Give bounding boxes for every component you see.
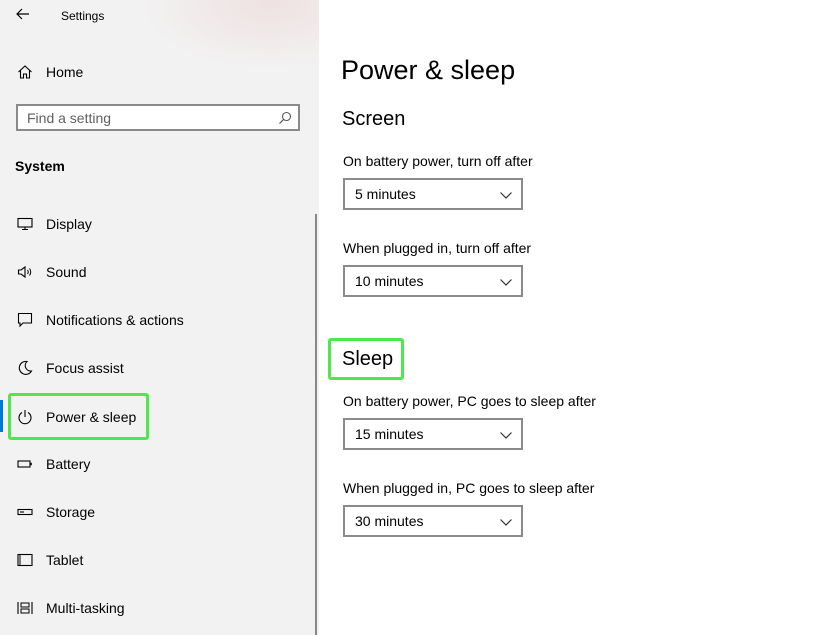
back-arrow-icon [16,7,30,25]
speaker-icon [16,263,34,281]
sleep-battery-dropdown[interactable]: 15 minutes [343,418,523,450]
power-icon [16,408,34,426]
sleep-plugged-label: When plugged in, PC goes to sleep after [343,480,595,496]
sleep-battery-label: On battery power, PC goes to sleep after [343,393,596,409]
title-bar: Settings [0,0,319,32]
sidebar: Settings Home System Display Sound Notif… [0,0,319,635]
back-button[interactable] [6,2,40,30]
sidebar-item-multitasking[interactable]: Multi-tasking [8,588,308,628]
selection-indicator [0,400,3,432]
chevron-down-icon [499,515,513,527]
sidebar-item-label: Battery [46,456,91,472]
tablet-icon [16,551,34,569]
sleep-plugged-dropdown[interactable]: 30 minutes [343,505,523,537]
dropdown-value: 5 minutes [355,186,416,202]
sidebar-item-label: Display [46,216,92,232]
sidebar-item-battery[interactable]: Battery [8,444,308,484]
sidebar-item-display[interactable]: Display [8,204,308,244]
chevron-down-icon [499,428,513,440]
app-title: Settings [61,9,105,23]
sidebar-item-power-sleep[interactable]: Power & sleep [8,393,149,440]
main-content: Power & sleep Screen On battery power, t… [319,0,834,635]
storage-icon [16,503,34,521]
screen-plugged-dropdown[interactable]: 10 minutes [343,265,523,297]
home-nav-item[interactable]: Home [8,56,308,88]
dropdown-value: 10 minutes [355,273,424,289]
sidebar-item-label: Storage [46,504,96,520]
screen-battery-dropdown[interactable]: 5 minutes [343,178,523,210]
sidebar-item-label: Notifications & actions [46,312,184,328]
chevron-down-icon [499,188,513,200]
section-label-system: System [15,158,65,174]
sidebar-item-label: Power & sleep [46,408,137,425]
sidebar-item-label: Focus assist [46,360,124,376]
sidebar-item-label: Tablet [46,552,84,568]
chevron-down-icon [499,275,513,287]
message-icon [16,311,34,329]
screen-plugged-label: When plugged in, turn off after [343,240,532,256]
sidebar-item-focus-assist[interactable]: Focus assist [8,348,308,388]
moon-icon [16,359,34,377]
dropdown-value: 30 minutes [355,513,424,529]
battery-icon [16,455,34,473]
page-title: Power & sleep [341,55,516,85]
sidebar-item-sound[interactable]: Sound [8,252,308,292]
home-icon [16,63,34,81]
dropdown-value: 15 minutes [355,426,424,442]
section-heading-sleep: Sleep [342,348,394,370]
monitor-icon [16,215,34,233]
multitasking-icon [16,599,34,617]
home-label: Home [46,64,84,80]
sidebar-item-notifications[interactable]: Notifications & actions [8,300,308,340]
search-icon[interactable] [278,111,292,125]
sidebar-item-label: Sound [46,264,87,280]
sidebar-item-tablet[interactable]: Tablet [8,540,308,580]
search-box [16,104,300,131]
screen-battery-label: On battery power, turn off after [343,153,533,169]
search-input[interactable] [27,109,267,127]
sidebar-scrollbar[interactable] [315,214,317,635]
section-heading-screen: Screen [342,108,406,130]
sidebar-item-label: Multi-tasking [46,600,125,616]
sidebar-item-storage[interactable]: Storage [8,492,308,532]
